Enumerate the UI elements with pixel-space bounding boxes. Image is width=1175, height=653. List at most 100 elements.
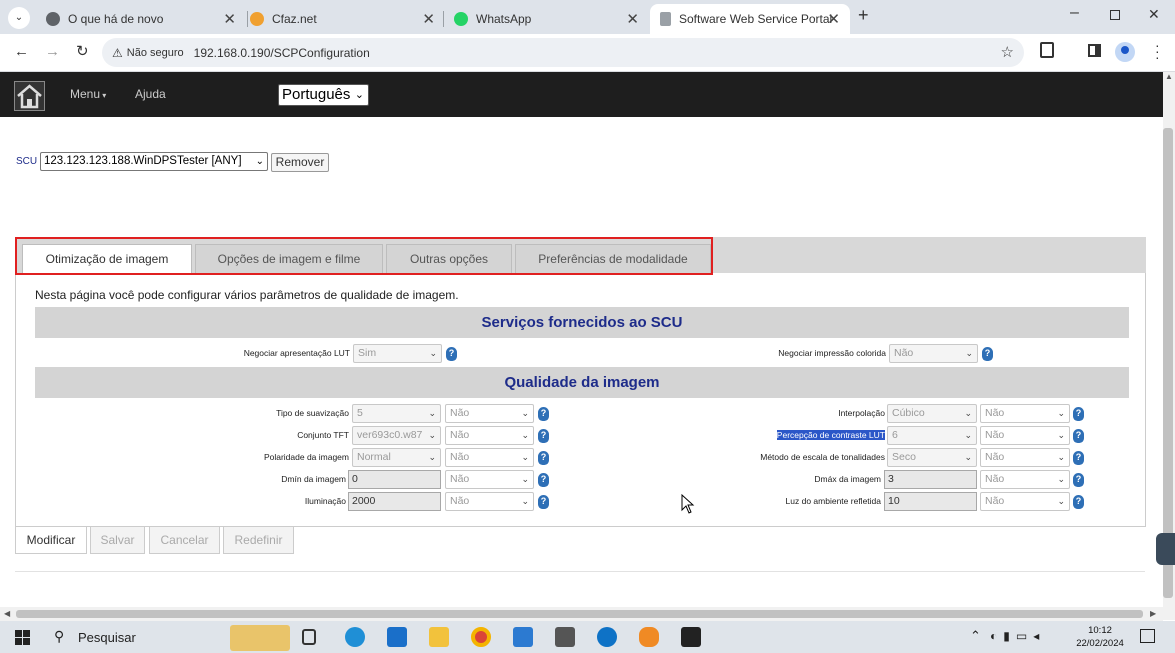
minimize-icon[interactable]: – — [1070, 4, 1079, 22]
help-icon[interactable]: ? — [982, 347, 993, 361]
image-polarity-select[interactable]: Normal ⌄ — [352, 448, 441, 467]
address-bar[interactable]: ⚠ Não seguro 192.168.0.190/SCPConfigurat… — [102, 38, 1024, 67]
contrast-lut-select[interactable]: 6 ⌄ — [887, 426, 977, 445]
help-icon[interactable]: ? — [1073, 429, 1084, 443]
whatsapp-icon — [454, 12, 468, 26]
forward-icon[interactable]: → — [45, 43, 60, 60]
dmin-input[interactable]: 0 — [348, 470, 441, 489]
profile-icon[interactable] — [1115, 42, 1135, 62]
tab-search-button[interactable]: ⌄ — [8, 7, 30, 29]
warning-icon: ⚠ — [112, 45, 123, 60]
notifications-icon[interactable] — [1140, 629, 1155, 643]
tray-icons[interactable]: ◐▮▭◂ — [990, 629, 1045, 643]
divider — [15, 571, 1145, 572]
dmax-input[interactable]: 3 — [884, 470, 977, 489]
smoothing-type-option[interactable]: Não ⌄ — [445, 404, 534, 423]
browser-menu-icon[interactable]: · · · — [1155, 38, 1160, 64]
close-tab-icon[interactable]: ✕ — [223, 10, 236, 28]
security-label[interactable]: Não seguro — [127, 47, 184, 59]
dmax-option[interactable]: Não ⌄ — [980, 470, 1070, 489]
browser-tab-portal[interactable]: Software Web Service Portal ✕ — [650, 4, 850, 34]
help-icon[interactable]: ? — [1073, 451, 1084, 465]
help-icon[interactable]: ? — [1073, 407, 1084, 421]
negotiate-color-select[interactable]: Não ⌄ — [889, 344, 978, 363]
scu-select[interactable]: 123.123.123.188.WinDPSTester [ANY] ⌄ — [40, 152, 268, 171]
smoothing-type-select[interactable]: 5 ⌄ — [352, 404, 441, 423]
help-icon[interactable]: ? — [1073, 495, 1084, 509]
task-view-icon[interactable] — [302, 629, 316, 645]
cancel-button[interactable]: Cancelar — [149, 526, 220, 554]
illumination-input[interactable]: 2000 — [348, 492, 441, 511]
horizontal-scrollbar[interactable]: ◀ ▶ — [0, 607, 1163, 621]
chrome-icon — [46, 12, 60, 26]
sidepanel-icon[interactable] — [1088, 44, 1101, 57]
interpolation-option[interactable]: Não ⌄ — [980, 404, 1070, 423]
tft-set-option[interactable]: Não ⌄ — [445, 426, 534, 445]
scrollbar-thumb[interactable] — [1163, 128, 1173, 598]
floating-side-button[interactable] — [1156, 533, 1175, 565]
cfaz-taskbar-icon[interactable] — [639, 627, 659, 647]
page-icon — [660, 12, 671, 26]
tone-scale-select[interactable]: Seco ⌄ — [887, 448, 977, 467]
ambient-light-input[interactable]: 10 — [884, 492, 977, 511]
calculator-icon[interactable] — [555, 627, 575, 647]
reload-icon[interactable]: ↻ — [76, 42, 89, 60]
tone-scale-label: Método de escala de tonalidades — [760, 452, 885, 462]
edge-icon[interactable] — [345, 627, 365, 647]
remove-scu-button[interactable]: Remover — [271, 153, 329, 172]
modify-button[interactable]: Modificar — [15, 526, 87, 554]
help-icon[interactable]: ? — [538, 429, 549, 443]
close-tab-icon[interactable]: ✕ — [626, 10, 639, 28]
file-explorer-icon[interactable] — [429, 627, 449, 647]
mouse-cursor-icon — [681, 493, 695, 519]
menu-dropdown[interactable]: Menu ▾ — [70, 87, 106, 101]
ambient-light-option[interactable]: Não ⌄ — [980, 492, 1070, 511]
tone-scale-option[interactable]: Não ⌄ — [980, 448, 1070, 467]
browser-tab-whatsapp[interactable]: WhatsApp ✕ — [444, 4, 649, 34]
help-icon[interactable]: ? — [538, 495, 549, 509]
chrome-taskbar-icon[interactable] — [471, 627, 491, 647]
horizontal-scrollbar-thumb[interactable] — [16, 610, 1143, 618]
browser-tab-whats-new[interactable]: O que há de novo ✕ — [36, 4, 246, 34]
extensions-icon[interactable] — [1040, 42, 1054, 58]
close-window-icon[interactable]: ✕ — [1148, 6, 1160, 23]
illumination-option[interactable]: Não ⌄ — [445, 492, 534, 511]
smoothing-type-label: Tipo de suavização — [276, 408, 349, 418]
dmax-label: Dmáx da imagem — [814, 474, 881, 484]
help-icon[interactable]: ? — [538, 473, 549, 487]
contrast-lut-option[interactable]: Não ⌄ — [980, 426, 1070, 445]
help-icon[interactable]: ? — [446, 347, 457, 361]
dmin-option[interactable]: Não ⌄ — [445, 470, 534, 489]
windows-start-icon[interactable] — [15, 630, 30, 645]
mail-icon[interactable] — [387, 627, 407, 647]
highlight-annotation — [15, 237, 713, 275]
close-tab-icon[interactable]: ✕ — [827, 10, 840, 28]
save-button[interactable]: Salvar — [90, 526, 145, 554]
image-polarity-label: Polaridade da imagem — [263, 452, 349, 462]
tft-set-select[interactable]: ver693c0.w87 ⌄ — [352, 426, 441, 445]
interpolation-select[interactable]: Cúbico ⌄ — [887, 404, 977, 423]
help-link[interactable]: Ajuda — [135, 87, 166, 101]
image-polarity-option[interactable]: Não ⌄ — [445, 448, 534, 467]
home-icon[interactable] — [14, 81, 45, 111]
help-icon[interactable]: ? — [1073, 473, 1084, 487]
bookmark-star-icon[interactable]: ☆ — [1001, 43, 1014, 61]
tray-chevron-icon[interactable]: ⌃ — [970, 628, 981, 644]
close-tab-icon[interactable]: ✕ — [422, 10, 435, 28]
store-icon[interactable] — [513, 627, 533, 647]
reset-button[interactable]: Redefinir — [223, 526, 294, 554]
language-select[interactable]: Português ⌄ — [278, 84, 369, 106]
negotiate-lut-select[interactable]: Sim ⌄ — [353, 344, 442, 363]
browser-tab-cfaz[interactable]: Cfaz.net ✕ — [240, 4, 445, 34]
terminal-icon[interactable] — [681, 627, 701, 647]
help-icon[interactable]: ? — [538, 407, 549, 421]
search-highlight-image — [230, 625, 290, 651]
help-icon[interactable]: ? — [538, 451, 549, 465]
back-icon[interactable]: ← — [14, 43, 29, 60]
teamviewer-icon[interactable] — [597, 627, 617, 647]
search-icon: ⚲ — [54, 628, 65, 644]
restore-icon[interactable] — [1110, 10, 1120, 20]
new-tab-icon[interactable]: + — [858, 5, 869, 26]
clock[interactable]: 10:12 22/02/2024 — [1075, 624, 1125, 650]
taskbar-search[interactable]: ⚲ Pesquisar — [44, 621, 290, 653]
